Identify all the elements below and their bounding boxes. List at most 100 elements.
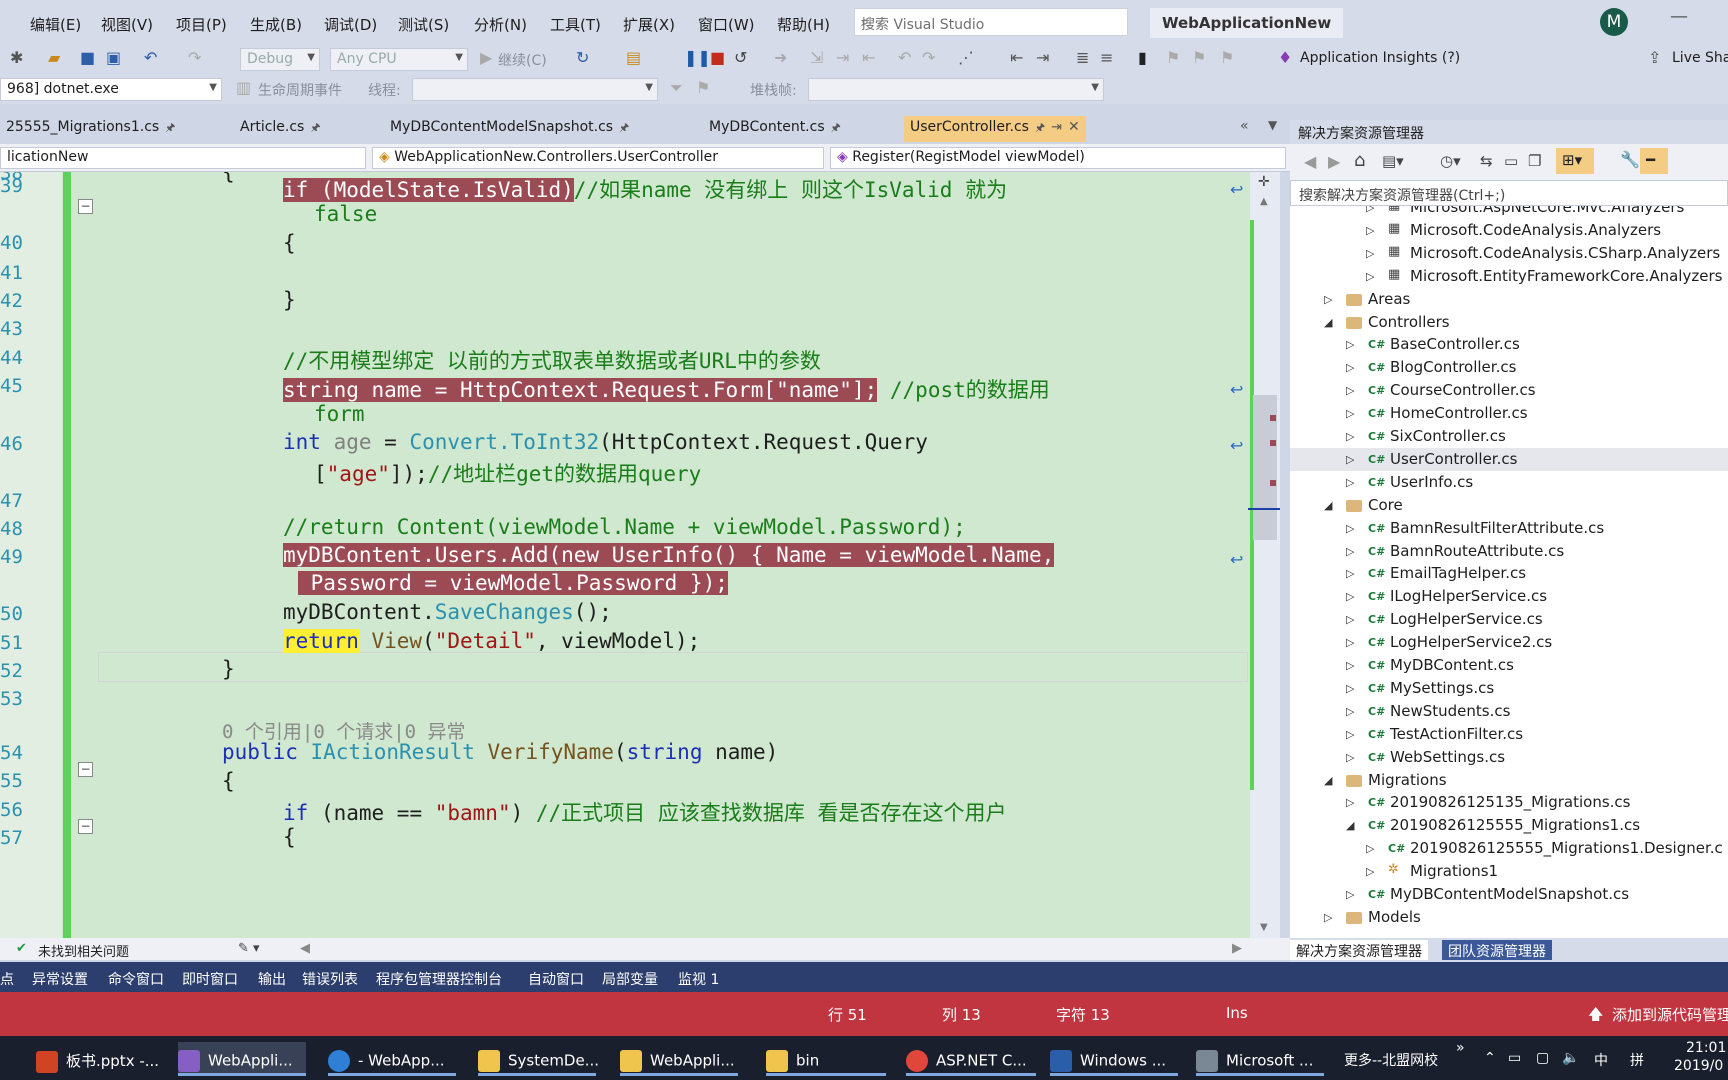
expand-icon[interactable]: ▷ (1366, 865, 1374, 878)
comment-icon[interactable]: ≣ (1076, 48, 1089, 67)
tree-item[interactable]: ▷ C# WebSettings.cs (1290, 746, 1728, 769)
live-share-button[interactable]: Live Sha (1672, 50, 1728, 66)
tree-item[interactable]: ▷ C# BamnResultFilterAttribute.cs (1290, 517, 1728, 540)
expand-icon[interactable]: ▷ (1346, 636, 1354, 649)
step-out-icon[interactable]: ⇤ (862, 48, 875, 67)
chevron-up-icon[interactable]: ⌃ (1484, 1050, 1496, 1066)
tree-item[interactable]: ▷ C# HomeController.cs (1290, 402, 1728, 425)
chevron-right-icon[interactable]: » (1456, 1040, 1465, 1056)
close-icon[interactable]: ✕ (1068, 119, 1080, 135)
menu-help[interactable]: 帮助(H) (777, 14, 830, 35)
flag-thread-icon[interactable]: ⚑ (696, 78, 710, 97)
step-icon[interactable]: ➜ (774, 48, 787, 67)
tree-item[interactable]: ▷ C# LogHelperService2.cs (1290, 631, 1728, 654)
tab-usercontroller[interactable]: UserController.cs 🖈 ⇥ ✕ (904, 116, 1086, 142)
minimize-icon[interactable]: — (1670, 6, 1688, 27)
tree-item[interactable]: ▷ ▦ Microsoft.CodeAnalysis.Analyzers (1290, 219, 1728, 242)
expand-icon[interactable]: ▷ (1346, 545, 1354, 558)
expand-icon[interactable]: ▷ (1366, 842, 1374, 855)
pin-icon[interactable]: 🖈 (619, 121, 629, 134)
process-select[interactable]: 968] dotnet.exe ▼ (0, 78, 222, 101)
code-editor[interactable]: 38 39 40 41 42 43 44 45 46 47 48 49 50 5… (0, 172, 1250, 938)
outdent-icon[interactable]: ⇤ (1010, 48, 1023, 67)
task-explorer-system[interactable]: SystemDe... (478, 1042, 599, 1076)
tool-tab-locals[interactable]: 局部变量 (602, 969, 658, 989)
tree-item[interactable]: ▷ Models (1290, 906, 1728, 929)
collapse-all-icon[interactable]: ▭ (1504, 152, 1518, 170)
expand-icon[interactable]: ▷ (1346, 590, 1354, 603)
tree-item[interactable]: ▷ C# MyDBContent.cs (1290, 654, 1728, 677)
home-icon[interactable]: ⌂ (1354, 150, 1365, 171)
volume-icon[interactable]: 🔈 (1562, 1050, 1579, 1066)
tree-item[interactable]: ▷ C# BlogController.cs (1290, 356, 1728, 379)
thread-select[interactable]: ▼ (412, 78, 658, 101)
clock-time[interactable]: 21:01 (1686, 1040, 1726, 1056)
indent-icon[interactable]: ⇥ (1036, 48, 1049, 67)
tree-item[interactable]: ▷ Areas (1290, 288, 1728, 311)
redo-icon[interactable]: ↷ (188, 48, 201, 67)
expand-icon[interactable]: ▷ (1346, 682, 1354, 695)
stack-frame-select[interactable]: ▼ (808, 78, 1104, 101)
scroll-down-icon[interactable]: ▼ (1260, 922, 1268, 933)
menu-build[interactable]: 生成(B) (250, 14, 302, 35)
expand-icon[interactable]: ▷ (1366, 206, 1374, 214)
expand-icon[interactable]: ▷ (1346, 728, 1354, 741)
expand-icon[interactable]: ▷ (1346, 751, 1354, 764)
filter-icon[interactable]: ⏷ (670, 78, 683, 98)
tree-item[interactable]: ▷ ▦ Microsoft.EntityFrameworkCore.Analyzer… (1290, 265, 1728, 288)
next-bookmark-icon[interactable]: ⚑ (1192, 48, 1206, 67)
tab-list-icon[interactable]: ▼ (1268, 118, 1277, 132)
expand-icon[interactable]: ▷ (1324, 293, 1332, 306)
lifecycle-events-button[interactable]: 生命周期事件 (258, 80, 342, 100)
clock-date[interactable]: 2019/0 (1674, 1058, 1723, 1074)
menu-tools[interactable]: 工具(T) (550, 14, 601, 35)
tree-item[interactable]: ▷ C# UserController.cs (1290, 447, 1728, 471)
expand-icon[interactable]: ▷ (1346, 430, 1354, 443)
stop-icon[interactable]: ■ (710, 48, 725, 67)
expand-icon[interactable]: ▷ (1346, 705, 1354, 718)
tree-item[interactable]: ◢ Migrations (1290, 769, 1728, 792)
save-all-icon[interactable]: ▣ (106, 48, 121, 67)
pin-icon[interactable]: 🖈 (831, 121, 841, 134)
vertical-scrollbar[interactable] (1250, 172, 1280, 938)
class-dropdown[interactable]: ◈ WebApplicationNew.Controllers.UserCont… (372, 147, 824, 169)
continue-button[interactable]: 继续(C) (498, 50, 547, 70)
tool-tab-output[interactable]: 输出 (258, 969, 286, 989)
nav-forward-icon[interactable]: ↷ (922, 48, 935, 67)
expand-icon[interactable]: ▷ (1346, 384, 1354, 397)
tab-migrations1[interactable]: 25555_Migrations1.cs 🖈 (0, 116, 181, 142)
bookmark-icon[interactable]: ▮ (1138, 48, 1147, 67)
pin-icon[interactable]: 🖈 (165, 121, 175, 134)
tree-item[interactable]: ▷ C# SixController.cs (1290, 425, 1728, 448)
tree-item[interactable]: ▷ C# UserInfo.cs (1290, 471, 1728, 494)
step-over-icon[interactable]: ⇥ (836, 48, 849, 67)
tree-item[interactable]: ▷ C# MySettings.cs (1290, 677, 1728, 700)
battery-icon[interactable]: ▭ (1508, 1050, 1521, 1066)
attach-icon[interactable]: ▤ (626, 48, 641, 67)
tree-item[interactable]: ▷ ▦ Microsoft.AspNetCore.Mvc.Analyzers (1290, 206, 1728, 219)
tree-item[interactable]: ▷ C# 20190826125135_Migrations.cs (1290, 791, 1728, 814)
tool-tab-exceptions[interactable]: 异常设置 (32, 969, 88, 989)
expand-icon[interactable]: ▷ (1346, 476, 1354, 489)
menu-view[interactable]: 视图(V) (101, 14, 153, 35)
config-select[interactable]: Debug ▼ (240, 48, 320, 71)
app-insights-button[interactable]: Application Insights (?) (1300, 50, 1460, 66)
preview-toggle[interactable]: ⊞▾ (1556, 148, 1594, 174)
tab-team-explorer[interactable]: 团队资源管理器 (1442, 940, 1552, 960)
tab-article[interactable]: Article.cs 🖈 (234, 116, 327, 142)
format-icon[interactable]: ⋰ (958, 48, 974, 67)
task-powershell[interactable]: Windows ... (1050, 1042, 1178, 1076)
menu-debug[interactable]: 调试(D) (324, 14, 377, 35)
scroll-left-icon[interactable]: ◀ (300, 941, 310, 956)
menu-window[interactable]: 窗口(W) (698, 14, 755, 35)
undo-icon[interactable]: ↶ (144, 48, 157, 67)
save-icon[interactable]: ■ (80, 48, 95, 67)
tree-item[interactable]: ▷ ▦ Microsoft.CodeAnalysis.CSharp.Analyzer… (1290, 242, 1728, 265)
tree-item[interactable]: ▷ C# EmailTagHelper.cs (1290, 562, 1728, 585)
expand-icon[interactable]: ▷ (1346, 659, 1354, 672)
menu-test[interactable]: 测试(S) (398, 14, 449, 35)
open-folder-icon[interactable]: ▰ (48, 48, 60, 67)
scroll-right-icon[interactable]: ▶ (1232, 941, 1242, 956)
task-sogou[interactable]: - WebApp... (328, 1042, 456, 1076)
platform-select[interactable]: Any CPU ▼ (330, 48, 468, 71)
